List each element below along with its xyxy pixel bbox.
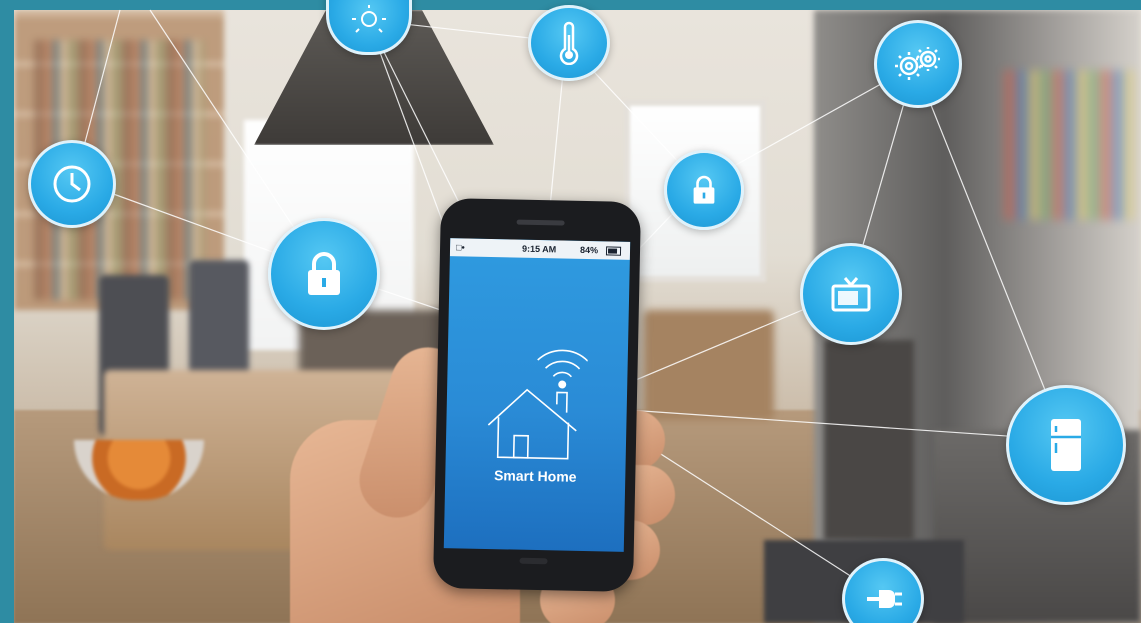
wifi-icon xyxy=(537,349,589,378)
thermometer-icon[interactable] xyxy=(528,5,610,81)
signal-indicator: □• xyxy=(455,242,465,253)
lock-icon[interactable] xyxy=(268,218,380,330)
phone-earpiece xyxy=(516,219,565,226)
lock-icon[interactable] xyxy=(664,150,744,230)
home-button[interactable] xyxy=(519,557,548,565)
smart-home-scene: □• 9:15 AM 84% Smart Home xyxy=(0,0,1141,623)
battery-percent: 84% xyxy=(579,244,599,256)
status-bar: □• 9:15 AM 84% xyxy=(449,238,631,260)
smartphone: □• 9:15 AM 84% Smart Home xyxy=(432,197,642,593)
phone-screen[interactable]: □• 9:15 AM 84% Smart Home xyxy=(443,238,631,552)
battery-icon xyxy=(605,246,622,256)
tv-icon[interactable] xyxy=(800,243,902,345)
fridge-icon[interactable] xyxy=(1006,385,1126,505)
status-time: 9:15 AM xyxy=(521,243,557,255)
app-label: Smart Home xyxy=(493,467,577,485)
gears-icon[interactable] xyxy=(874,20,962,108)
smart-home-house-icon[interactable] xyxy=(486,329,589,461)
clock-icon[interactable] xyxy=(28,140,116,228)
